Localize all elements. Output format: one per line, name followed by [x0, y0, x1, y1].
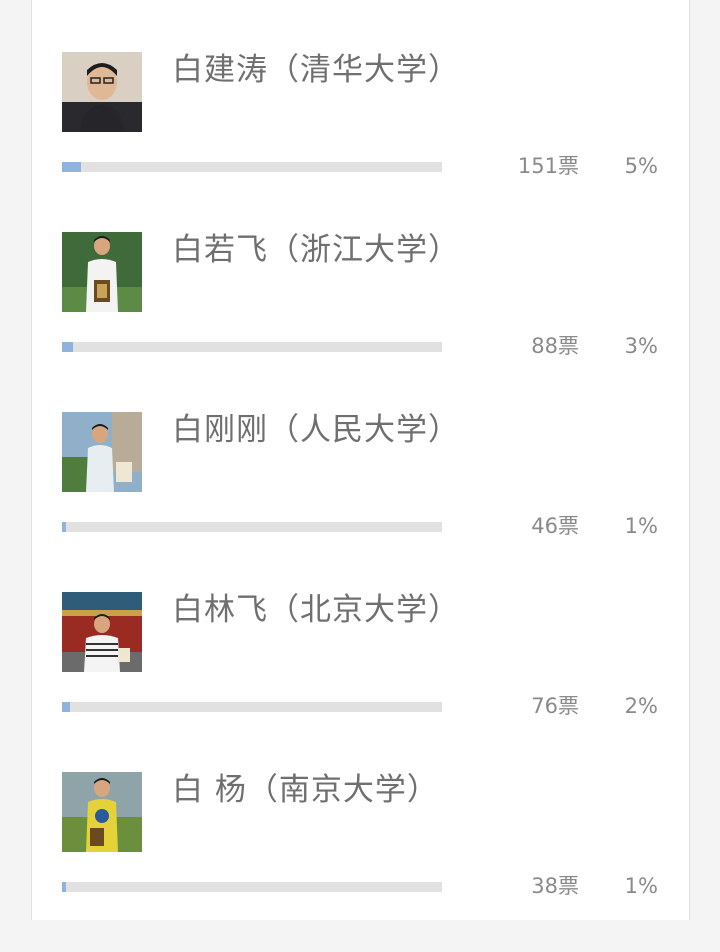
person-avatar-icon: [62, 232, 142, 312]
person-avatar-icon: [62, 772, 142, 852]
person-avatar-icon: [62, 592, 142, 672]
vote-percent: 2%: [624, 694, 658, 718]
candidate-item[interactable]: 白若飞（浙江大学） 88票 3%: [32, 232, 689, 412]
candidate-name: 白 杨（南京大学）: [172, 772, 439, 808]
vote-count: 38票: [531, 874, 579, 898]
vote-progress-fill: [62, 702, 70, 712]
candidate-item[interactable]: 白建涛（清华大学） 151票 5%: [32, 52, 689, 232]
vote-count: 76票: [531, 694, 579, 718]
vote-percent: 3%: [624, 334, 658, 358]
vote-progress-fill: [62, 522, 66, 532]
candidate-name: 白若飞（浙江大学）: [172, 232, 460, 268]
poll-results-panel: 白建涛（清华大学） 151票 5% 白若飞（浙江大学） 88票 3% 白刚刚（人…: [31, 0, 690, 920]
vote-count: 151票: [517, 154, 579, 178]
vote-progress-bar: [62, 342, 442, 352]
vote-progress-bar: [62, 702, 442, 712]
vote-count: 88票: [531, 334, 579, 358]
vote-progress-bar: [62, 522, 442, 532]
vote-progress-bar: [62, 162, 442, 172]
candidate-item[interactable]: 白刚刚（人民大学） 46票 1%: [32, 412, 689, 592]
vote-percent: 1%: [624, 514, 658, 538]
candidate-item[interactable]: 白林飞（北京大学） 76票 2%: [32, 592, 689, 772]
vote-progress-fill: [62, 342, 74, 352]
candidate-item[interactable]: 白 杨（南京大学） 38票 1%: [32, 772, 689, 952]
vote-percent: 1%: [624, 874, 658, 898]
vote-progress-fill: [62, 882, 66, 892]
vote-progress-bar: [62, 882, 442, 892]
person-avatar-icon: [62, 412, 142, 492]
vote-percent: 5%: [624, 154, 658, 178]
vote-count: 46票: [531, 514, 579, 538]
vote-progress-fill: [62, 162, 81, 172]
candidate-name: 白刚刚（人民大学）: [172, 412, 460, 448]
candidate-name: 白林飞（北京大学）: [172, 592, 460, 628]
candidate-name: 白建涛（清华大学）: [172, 52, 460, 88]
person-avatar-icon: [62, 52, 142, 132]
